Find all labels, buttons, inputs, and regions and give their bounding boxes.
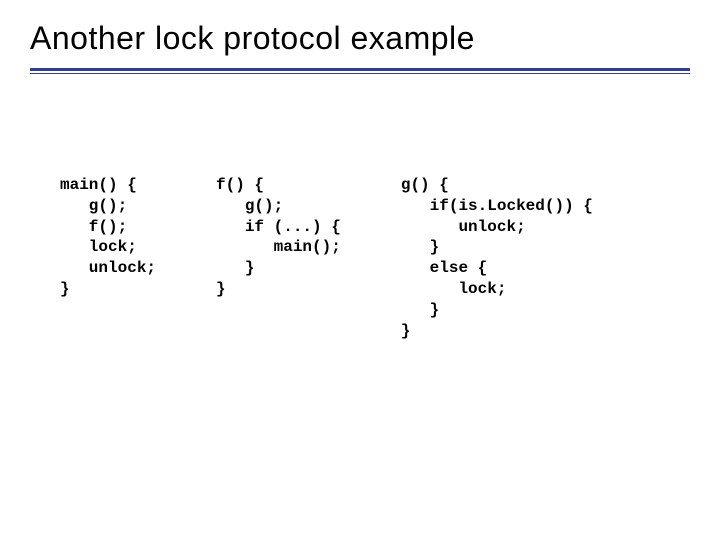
- slide: Another lock protocol example main() { g…: [0, 0, 720, 540]
- code-block-f: f() { g(); if (...) { main(); } }: [216, 175, 341, 300]
- rule-thick: [30, 68, 690, 71]
- code-block-main: main() { g(); f(); lock; unlock; }: [60, 175, 156, 300]
- slide-title: Another lock protocol example: [30, 20, 475, 57]
- code-columns: main() { g(); f(); lock; unlock; } f() {…: [60, 175, 593, 341]
- code-block-g: g() { if(is.Locked()) { unlock; } else {…: [401, 175, 593, 341]
- rule-thin: [30, 73, 690, 74]
